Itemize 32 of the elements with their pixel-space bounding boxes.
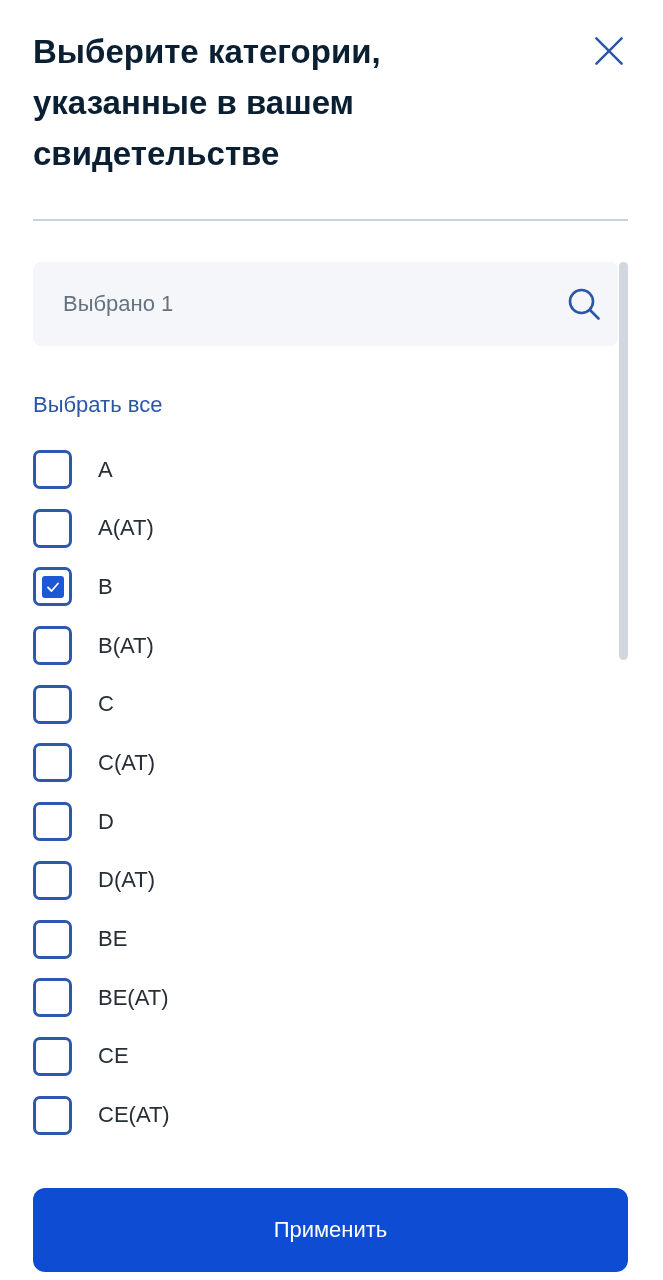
search-field[interactable]: Выбрано 1 (33, 262, 618, 346)
checkbox[interactable] (33, 860, 72, 900)
category-label[interactable]: A (98, 455, 113, 484)
select-all-link[interactable]: Выбрать все (33, 390, 163, 420)
checkbox[interactable] (33, 450, 72, 489)
checkbox[interactable] (33, 684, 72, 724)
checkbox[interactable] (33, 508, 72, 548)
category-label[interactable]: CE (98, 1042, 129, 1071)
category-label[interactable]: B (98, 572, 113, 601)
category-label[interactable]: C(AT) (98, 748, 156, 777)
category-label[interactable]: D(AT) (98, 866, 156, 895)
checkbox[interactable] (33, 978, 72, 1018)
checkbox[interactable] (33, 919, 72, 959)
checkbox[interactable] (33, 802, 72, 842)
close-icon[interactable] (595, 37, 623, 65)
checkbox[interactable] (33, 626, 72, 666)
category-label[interactable]: D (98, 807, 114, 836)
dialog-title: Выберите категории, указанные в вашем свидетельстве (33, 32, 382, 174)
apply-button[interactable]: Применить (33, 1187, 628, 1272)
checkbox[interactable] (33, 1095, 72, 1135)
checkbox[interactable] (33, 1036, 72, 1076)
category-label[interactable]: C (98, 690, 114, 719)
checkbox[interactable] (33, 743, 72, 783)
search-icon[interactable] (568, 288, 600, 320)
category-label[interactable]: A(AT) (98, 514, 154, 543)
scrollbar-thumb[interactable] (619, 262, 628, 660)
checkmark-icon (41, 575, 64, 598)
category-label[interactable]: CE(AT) (98, 1101, 170, 1130)
checkbox[interactable] (33, 567, 72, 607)
category-label[interactable]: BE (98, 925, 128, 953)
category-label[interactable]: B(AT) (98, 631, 154, 660)
category-label[interactable]: BE(AT) (98, 983, 169, 1012)
